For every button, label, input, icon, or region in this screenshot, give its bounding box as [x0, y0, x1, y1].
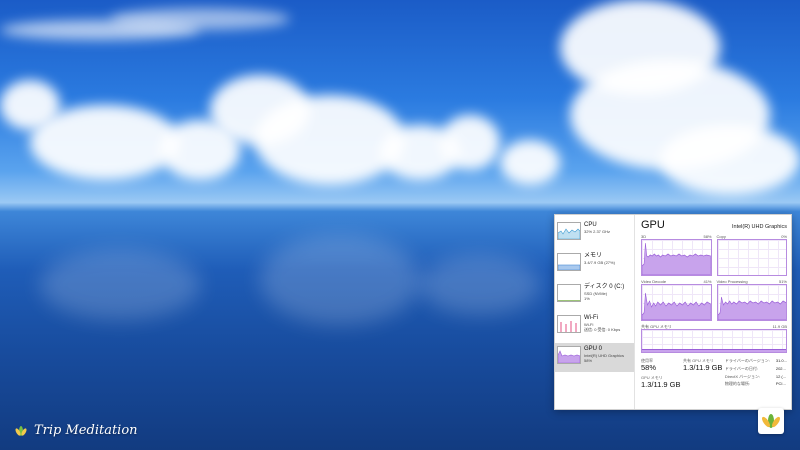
- info-key: 物理的な場所:: [724, 381, 751, 387]
- cpu-thumbnail: [557, 222, 581, 240]
- device-name: GPU 0: [584, 346, 603, 352]
- device-detail: 32% 2.37 GHz: [584, 229, 611, 234]
- lotus-icon: [15, 425, 27, 436]
- graph-video-processing[interactable]: Video Processing 51%: [716, 279, 787, 321]
- info-key: ドライバーのバージョン:: [724, 358, 770, 363]
- brand-watermark: Trip Meditation: [14, 423, 138, 438]
- device-name: CPU: [584, 222, 597, 228]
- adapter-name: Intel(R) UHD Graphics: [731, 224, 787, 230]
- disk-thumbnail: [557, 284, 581, 302]
- desktop-background: CPU 32% 2.37 GHz メモリ 3.4/7.9 GB (27%) ディ…: [0, 0, 800, 450]
- device-name: ディスク 0 (C:): [584, 284, 625, 290]
- info-value: 12 (...: [775, 373, 787, 379]
- lotus-logo-icon: [761, 414, 781, 428]
- device-gpu[interactable]: GPU 0 Intel(R) UHD Graphics 58%: [555, 343, 634, 372]
- device-name: メモリ: [584, 253, 603, 259]
- gpu-detail-pane: GPU Intel(R) UHD Graphics 3D 58% Copy 0% V…: [635, 215, 791, 409]
- utilization-value: 58%: [641, 363, 657, 372]
- wifi-thumbnail: [557, 315, 581, 333]
- task-manager-window: CPU 32% 2.37 GHz メモリ 3.4/7.9 GB (27%) ディ…: [554, 214, 792, 410]
- device-wifi[interactable]: Wi-Fi Wi-Fi 送信: 0 受信: 0 Kbps: [555, 312, 634, 341]
- gpu-thumbnail: [557, 346, 581, 364]
- memory-thumbnail: [557, 253, 581, 271]
- page-title: GPU: [641, 219, 665, 231]
- info-value: PCI...: [775, 381, 786, 387]
- device-detail-2: 58%: [584, 358, 593, 363]
- graph-3d[interactable]: 3D 58%: [641, 234, 712, 276]
- graph-copy[interactable]: Copy 0%: [716, 234, 787, 276]
- device-cpu[interactable]: CPU 32% 2.37 GHz: [555, 219, 634, 248]
- device-list: CPU 32% 2.37 GHz メモリ 3.4/7.9 GB (27%) ディ…: [555, 215, 635, 409]
- shared-memory-graph[interactable]: [641, 329, 787, 353]
- graph-video-decode[interactable]: Video Decode 41%: [641, 279, 712, 321]
- shared-memory-value: 1.3/11.9 GB: [682, 363, 723, 372]
- device-disk[interactable]: ディスク 0 (C:) SSD (NVMe) 1%: [555, 281, 634, 310]
- driver-info: ドライバーのバージョン: 31.0... ドライバーの日付: 202... Dire…: [725, 358, 787, 389]
- device-detail-2: 送信: 0 受信: 0 Kbps: [584, 327, 621, 332]
- gpu-memory-value: 1.3/11.9 GB: [641, 380, 681, 389]
- info-value: 202...: [775, 365, 786, 371]
- device-detail: 3.4/7.9 GB (27%): [584, 260, 615, 265]
- device-detail-2: 1%: [584, 296, 590, 301]
- device-memory[interactable]: メモリ 3.4/7.9 GB (27%): [555, 250, 634, 279]
- channel-logo: [758, 408, 784, 434]
- device-name: Wi-Fi: [584, 315, 598, 321]
- info-value: 31.0...: [775, 358, 787, 363]
- brand-name: Trip Meditation: [34, 423, 138, 438]
- info-key: ドライバーの日付:: [724, 365, 758, 371]
